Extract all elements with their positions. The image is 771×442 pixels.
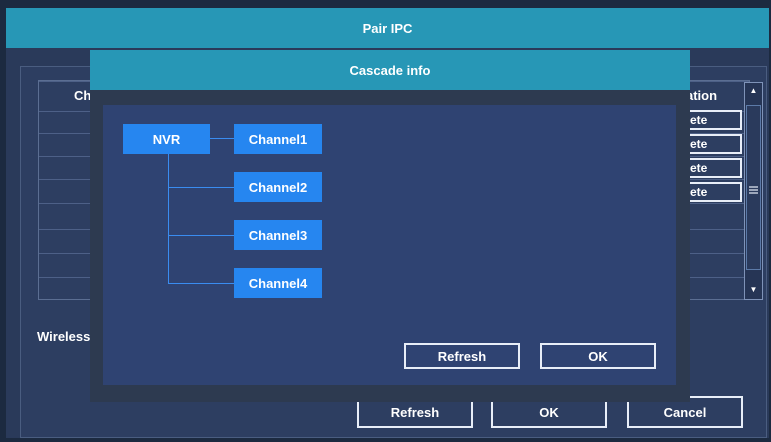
- tree-connector: [168, 235, 234, 236]
- tree-connector: [210, 138, 234, 139]
- cascade-info-dialog: Cascade info NVR Channel1 Channel2 Chann…: [90, 50, 690, 402]
- scroll-up-icon[interactable]: ▲: [749, 86, 758, 95]
- tree-node-nvr[interactable]: NVR: [123, 124, 210, 154]
- tree-node-channel3[interactable]: Channel3: [234, 220, 322, 250]
- tree-connector: [168, 283, 234, 284]
- column-header-channel: Ch: [74, 88, 92, 103]
- modal-refresh-button[interactable]: Refresh: [404, 343, 520, 369]
- wireless-label: Wireless: [37, 329, 91, 344]
- column-header-operation: ation: [686, 88, 718, 103]
- cascade-info-title: Cascade info: [90, 50, 690, 90]
- scroll-grip-icon[interactable]: [746, 184, 761, 196]
- modal-ok-button[interactable]: OK: [540, 343, 656, 369]
- tree-node-channel2[interactable]: Channel2: [234, 172, 322, 202]
- scroll-down-icon[interactable]: ▼: [749, 285, 758, 294]
- outer-window-title: Pair IPC: [6, 8, 769, 48]
- tree-node-channel1[interactable]: Channel1: [234, 124, 322, 154]
- tree-node-channel4[interactable]: Channel4: [234, 268, 322, 298]
- tree-connector: [168, 153, 169, 283]
- tree-connector: [168, 187, 234, 188]
